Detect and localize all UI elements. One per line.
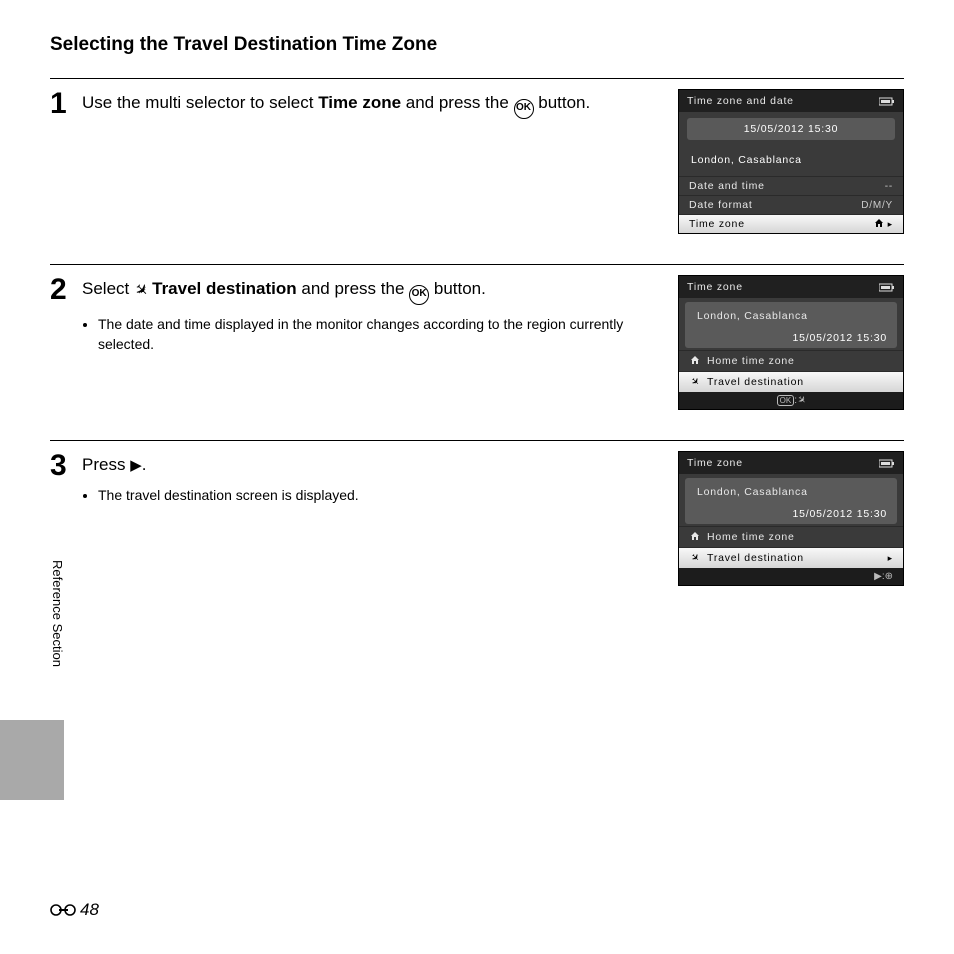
page-number: 48	[50, 900, 99, 920]
step-3: 3 Press ▶. The travel destination screen…	[50, 440, 904, 586]
chevron-right-icon: ▸	[888, 553, 893, 564]
side-section-label: Reference Section	[50, 560, 65, 667]
screen-footer-hint: ▶:⊕	[679, 568, 903, 585]
step-bullet: The travel destination screen is display…	[98, 486, 666, 506]
battery-icon	[879, 459, 895, 468]
screen-title: Time zone	[687, 281, 743, 293]
screen-datetime: 15/05/2012 15:30	[697, 322, 887, 344]
screen-datetime: 15/05/2012 15:30	[697, 498, 887, 520]
ok-icon: OK	[409, 285, 429, 305]
home-icon	[689, 531, 701, 543]
menu-row-date-time: Date and time--	[679, 176, 903, 195]
camera-screen-1: Time zone and date 15/05/2012 15:30 Lond…	[678, 89, 904, 234]
step-1: 1 Use the multi selector to select Time …	[50, 78, 904, 234]
step-number: 2	[50, 275, 82, 410]
step-instruction: Select ✈ Travel destination and press th…	[82, 277, 666, 305]
home-icon	[689, 355, 701, 367]
battery-icon	[879, 97, 895, 106]
step-2: 2 Select ✈ Travel destination and press …	[50, 264, 904, 410]
plane-icon: ✈	[687, 374, 703, 390]
camera-screen-3: Time zone London, Casablanca 15/05/2012 …	[678, 451, 904, 586]
step-bullet: The date and time displayed in the monit…	[98, 315, 666, 354]
screen-location: London, Casablanca	[679, 150, 903, 176]
screen-location: London, Casablanca	[697, 486, 887, 498]
option-travel-destination: ✈ Travel destination ▸	[679, 547, 903, 568]
menu-row-date-format: Date formatD/M/Y	[679, 195, 903, 214]
option-travel-destination: ✈ Travel destination	[679, 371, 903, 392]
step-number: 1	[50, 89, 82, 234]
chevron-right-icon: ▸	[888, 219, 893, 230]
camera-screen-2: Time zone London, Casablanca 15/05/2012 …	[678, 275, 904, 410]
screen-title: Time zone and date	[687, 95, 794, 107]
right-triangle-icon: ▶	[130, 458, 142, 473]
step-instruction: Press ▶.	[82, 453, 666, 476]
globe-icon: ⊕	[885, 571, 893, 582]
right-triangle-icon: ▶	[874, 571, 882, 582]
plane-icon: ✈	[687, 550, 703, 566]
screen-footer-hint: OK:✈	[679, 392, 903, 409]
battery-icon	[879, 283, 895, 292]
side-tab	[0, 720, 64, 800]
option-home-time-zone: Home time zone	[679, 526, 903, 547]
menu-row-time-zone: Time zone ▸	[679, 214, 903, 233]
screen-location: London, Casablanca	[697, 310, 887, 322]
home-icon	[874, 218, 884, 230]
screen-title: Time zone	[687, 457, 743, 469]
option-home-time-zone: Home time zone	[679, 350, 903, 371]
step-instruction: Use the multi selector to select Time zo…	[82, 91, 666, 119]
ok-icon: OK	[514, 99, 534, 119]
reference-section-icon	[50, 903, 76, 917]
screen-datetime: 15/05/2012 15:30	[687, 118, 895, 140]
section-title: Selecting the Travel Destination Time Zo…	[50, 34, 904, 56]
